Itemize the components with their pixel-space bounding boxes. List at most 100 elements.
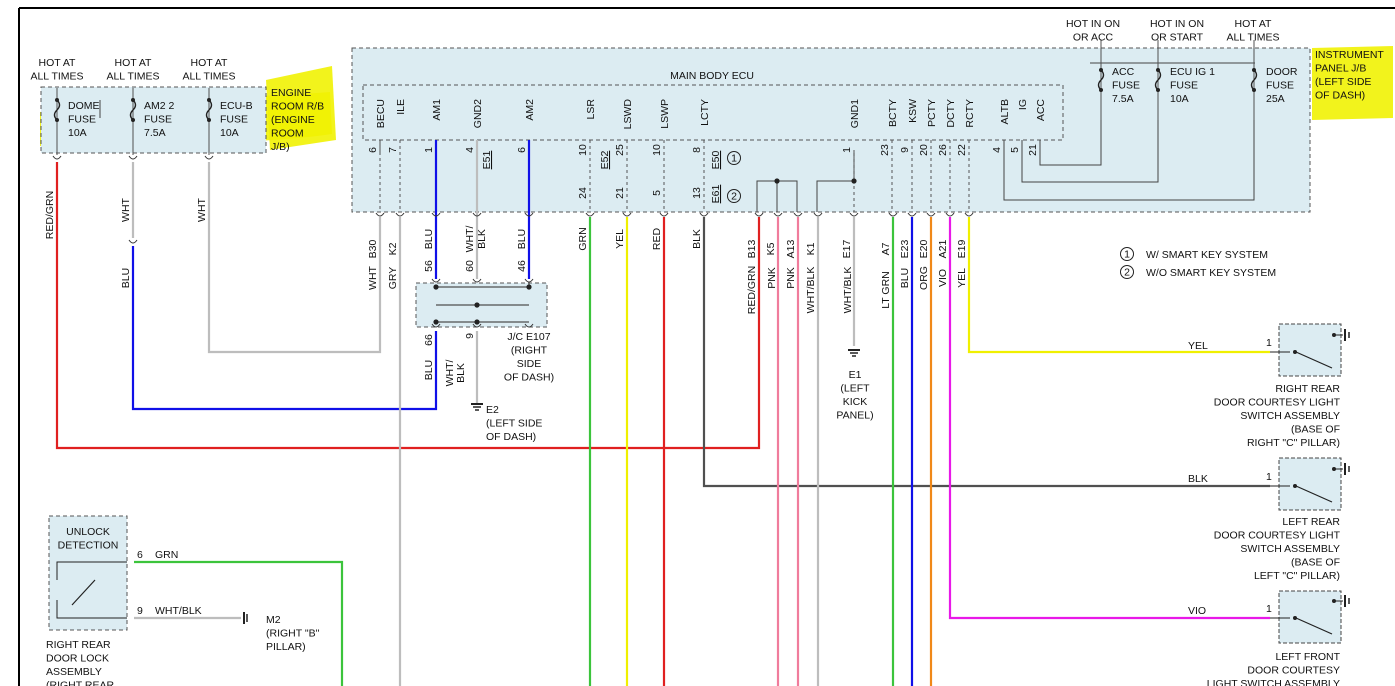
ecu-pin-number-group: 7	[387, 147, 399, 153]
ecu-pin-number-group: 8	[691, 147, 703, 153]
fuse-connector-arc	[128, 155, 138, 160]
wire-yel-e19	[967, 217, 1270, 354]
engine-room-rb-label: ROOM R/B	[271, 101, 324, 113]
instrument-panel-jb-label: PANEL J/B	[1315, 63, 1366, 75]
wire-color-label-group: WHT	[120, 197, 132, 221]
junction-dot	[526, 284, 532, 290]
ecub-fuse-label: FUSE	[220, 114, 248, 126]
bottom-connector-code: E20	[918, 240, 930, 259]
ecu-pin-number-group: 26	[937, 144, 949, 156]
ecu-pin-number-alt: 24	[577, 187, 589, 199]
ecu-pin-number-group: 5	[1009, 147, 1021, 153]
ecu-pin-name: PCTY	[926, 99, 938, 127]
ecu-pin-number-group: 23	[879, 144, 891, 156]
ecu-pin-number: 6	[516, 147, 528, 153]
ecu-pin-number: 25	[614, 144, 626, 156]
dome-fuse-label: FUSE	[68, 114, 96, 126]
junction-dot	[433, 284, 439, 290]
fuse-connector-arc	[52, 155, 62, 160]
legend-circle-number: 2	[1124, 267, 1130, 279]
e1-label: E1	[849, 369, 862, 381]
e1-label: KICK	[843, 396, 868, 408]
bottom-connector-code-group: A13	[785, 240, 797, 259]
am2-fuse-label: FUSE	[144, 114, 172, 126]
ecu-pin-name-group: DCTY	[945, 99, 957, 128]
ecu-pin-name: GND1	[849, 99, 861, 128]
instrument-panel-jb-label: INSTRUMENT	[1315, 49, 1384, 61]
jc-pin-number: 66	[423, 334, 435, 346]
switch-wire-label: VIO	[1188, 605, 1206, 617]
bottom-connector-code: E23	[899, 240, 911, 259]
jc-connector-arc	[431, 278, 441, 283]
wire-color-label-group: WHT/BLK	[842, 267, 854, 314]
acc-fuse-label: FUSE	[1112, 80, 1140, 92]
wire-color-label-group: WHT	[196, 197, 208, 221]
door-fuse-symbol-dot	[1252, 88, 1256, 92]
ecu-pin-number-alt-group: 21	[614, 187, 626, 199]
wire-color-label: WHT/BLK	[842, 267, 854, 314]
ecu-pin-name: DCTY	[945, 99, 957, 128]
jc-pin-number: 9	[464, 333, 476, 339]
ecu-pin-name-group: ALTB	[999, 99, 1011, 124]
jc-pin-number-group: 66	[423, 334, 435, 346]
wire-color-label-group: GRY	[387, 267, 399, 290]
ecu-connector-arc	[375, 212, 385, 217]
bottom-connector-code: K5	[765, 242, 777, 255]
ecu-pin-name: BCTY	[887, 99, 899, 127]
wire-color-label: WHT	[120, 197, 132, 221]
wire-color-label-group: YEL	[956, 268, 968, 288]
ecu-pin-number: 26	[937, 144, 949, 156]
ecu-pin-number-group: 22	[956, 144, 968, 156]
wire-color-label: RED	[651, 227, 663, 250]
ecu-connector-arc	[813, 212, 823, 217]
ecu-pin-number: 20	[918, 144, 930, 156]
ecu-connector-arc	[945, 212, 955, 217]
lr-switch-label: DOOR COURTESY LIGHT	[1214, 530, 1341, 542]
ecu-pin-number-group: 10	[577, 144, 589, 156]
bottom-connector-code: A7	[880, 242, 892, 255]
legend-circle-number: 2	[731, 191, 737, 203]
jc-pin-number-group: 60	[464, 260, 476, 272]
wire-color-label-group: VIO	[937, 269, 949, 287]
dome-fuse-label: DOME	[68, 100, 100, 112]
wire-color-label-group: PNK	[785, 267, 797, 289]
m2-label: M2	[266, 614, 281, 626]
ecu-ig1-fuse-label: FUSE	[1170, 80, 1198, 92]
wire-color-label-group: GRN	[577, 227, 589, 250]
ecu-pin-name: ILE	[395, 99, 407, 115]
ecu-connector-arc	[585, 212, 595, 217]
ecu-pin-number-group: 6	[367, 147, 379, 153]
hot-label-ecub: ALL TIMES	[182, 71, 235, 83]
ecu-pin-number: 23	[879, 144, 891, 156]
acc-fuse-symbol-dot	[1099, 88, 1103, 92]
switch-wire-label: YEL	[1188, 340, 1208, 352]
dome-fuse-symbol-dot	[55, 118, 59, 122]
switch-pin-number: 1	[1266, 603, 1272, 615]
bottom-connector-code-group: A21	[937, 240, 949, 259]
ecu-pin-number-group: 4	[991, 147, 1003, 153]
wire-color-label: BLK	[455, 363, 467, 383]
jc-pin-number: 46	[516, 260, 528, 272]
rr-switch-label: SWITCH ASSEMBLY	[1240, 410, 1340, 422]
bottom-connector-code-group: K1	[805, 242, 817, 255]
door-fuse-symbol-dot	[1252, 68, 1256, 72]
bottom-connector-code: K1	[805, 242, 817, 255]
wire-color-label: WHT	[367, 265, 379, 289]
hot-label-dome: HOT AT	[39, 57, 77, 69]
door-lock-label: RIGHT REAR	[46, 639, 111, 651]
ecu-pin-number: 1	[841, 147, 853, 153]
ecu-pin-name-group: LSR	[585, 99, 597, 120]
ecu-pin-number: 21	[1027, 144, 1039, 156]
engine-room-rb-label: (ENGINE	[271, 114, 315, 126]
ecu-pin-name: LSWP	[659, 99, 671, 129]
switch-pin-number: 6	[137, 549, 143, 561]
jc-pin-number-group: 56	[423, 260, 435, 272]
wire-color-label: GRY	[387, 267, 399, 290]
wire-color-label-group: ORG	[918, 266, 930, 290]
ecu-connector-arc	[754, 212, 764, 217]
wire-color-label-group: YEL	[614, 229, 626, 249]
ecu-connector-arc	[964, 212, 974, 217]
ecu-connector-arc	[622, 212, 632, 217]
ecu-pin-number-alt: 21	[614, 187, 626, 199]
hot-label-dome: ALL TIMES	[30, 71, 83, 83]
